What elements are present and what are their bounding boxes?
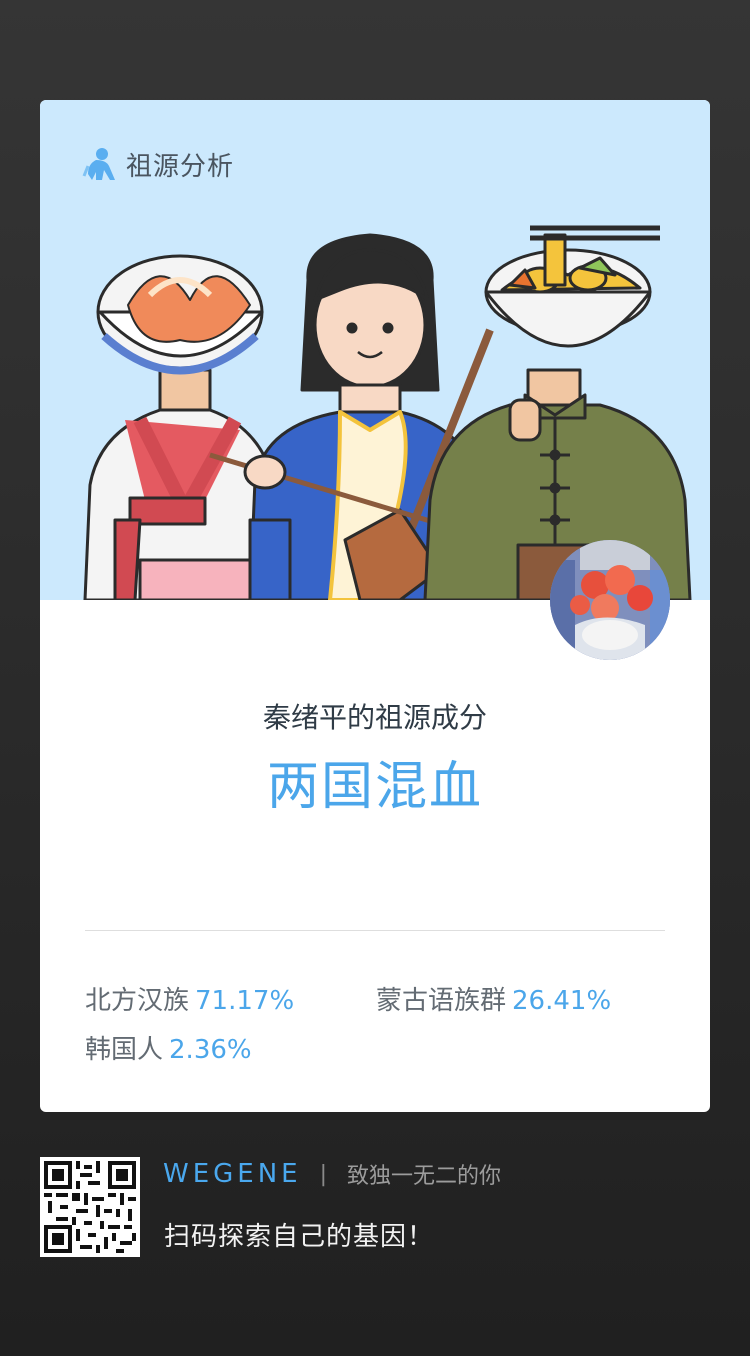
ancestry-item: 北方汉族 71.17% (85, 980, 294, 1017)
ancestry-card: 祖源分析 秦绪平的祖源成分 两国混血 北方汉族 71.17% 蒙古语族群 26.41… (40, 100, 710, 1112)
brand-slogan: 致独一无二的你 (347, 1164, 502, 1189)
footer-brand-row: WEGENE | 致独一无二的你 (163, 1156, 501, 1192)
ancestry-percent: 2.36% (169, 1035, 252, 1065)
qr-code[interactable] (40, 1157, 140, 1257)
user-avatar[interactable] (550, 540, 670, 660)
result-headline: 两国混血 (266, 757, 483, 817)
ancestry-name: 蒙古语族群 (376, 986, 507, 1016)
section-header: 祖源分析 (82, 144, 234, 184)
divider (85, 930, 665, 931)
ancestry-item: 韩国人 2.36% (85, 1029, 252, 1066)
qr-code-image (40, 1157, 140, 1257)
hero-illustration: 祖源分析 (40, 100, 710, 600)
monkey-icon (82, 148, 115, 180)
brand-separator: | (319, 1161, 328, 1187)
brand-logo: WEGENE (163, 1159, 302, 1189)
ancestry-name: 北方汉族 (85, 986, 190, 1016)
ancestry-name: 韩国人 (85, 1035, 164, 1065)
avatar-image (550, 540, 670, 660)
ancestry-percent: 26.41% (512, 986, 612, 1016)
ancestry-percent: 71.17% (195, 986, 295, 1016)
scan-cta-text: 扫码探索自己的基因！ (164, 1222, 435, 1252)
section-title: 祖源分析 (126, 151, 235, 182)
han-figure (423, 225, 692, 600)
result-subtitle: 秦绪平的祖源成分 (262, 701, 487, 734)
ancestry-item: 蒙古语族群 26.41% (376, 980, 611, 1017)
